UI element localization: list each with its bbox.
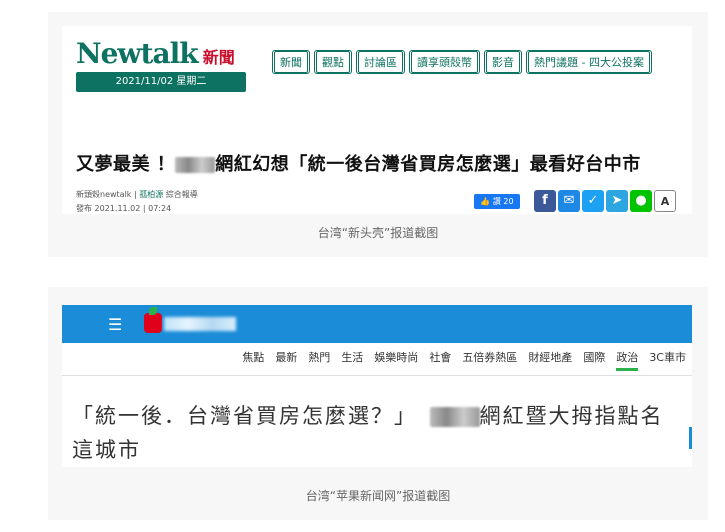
nav-item[interactable]: 社會 [429,349,451,371]
blurred-text [175,157,216,173]
nav-item-active[interactable]: 政治 [616,349,639,371]
caption: 台湾“苹果新闻网”报道截图 [305,489,451,503]
nav-item[interactable]: 最新 [275,349,297,371]
telegram-icon[interactable]: ➤ [606,190,628,212]
top-bar: ☰ [62,305,692,343]
nav-tag[interactable]: 熱門議題 - 四大公投案 [526,50,652,74]
blurred-text [429,407,480,427]
newtalk-card: Newtalk 新聞 2021/11/02 星期二 新聞 觀點 討論區 讀享頭殼… [48,12,708,257]
headline-part-1: 又夢最美 ！ [76,154,176,175]
nav-item[interactable]: 生活 [341,349,363,371]
newtalk-nav: 新聞 觀點 討論區 讀享頭殼幣 影音 熱門議題 - 四大公投案 [272,50,652,74]
headline-part-2: 網紅幻想「統一後台灣省買房怎麼選」最看好台中市 [215,154,641,175]
article-headline: 「統一後．台灣省買房怎麼選？」 網紅暨大拇指點名這城市 [72,399,678,467]
category-nav: 焦點 最新 熱門 生活 娛樂時尚 社會 五倍券熱區 財經地產 國際 政治 3C車… [242,349,686,371]
newtalk-screenshot: Newtalk 新聞 2021/11/02 星期二 新聞 觀點 討論區 讀享頭殼… [62,26,692,214]
author-link[interactable]: 孤柏源 [139,190,163,199]
nav-item[interactable]: 3C車市 [649,349,686,371]
logo-word: Newtalk [76,37,199,70]
caption: 台湾“新头壳”报道截图 [317,226,439,240]
nav-tag[interactable]: 新聞 [272,50,310,74]
headline-part-1: 「統一後．台灣省買房怎麼選？」 [72,404,430,428]
nav-item[interactable]: 財經地產 [528,349,572,371]
nav-tag[interactable]: 觀點 [314,50,352,74]
author-role: 綜合報導 [163,190,198,199]
nav-item[interactable]: 娛樂時尚 [374,349,418,371]
facebook-icon[interactable]: f [534,190,556,212]
messenger-icon[interactable]: ✉ [558,190,580,212]
line-icon[interactable]: ● [630,190,652,212]
share-icons: f ✉ ✓ ➤ ● A [534,190,676,212]
like-button[interactable]: 👍 讚 20 [474,194,520,209]
logo-chinese: 新聞 [202,48,235,67]
nav-tag[interactable]: 讀享頭殼幣 [409,50,480,74]
nav-item[interactable]: 國際 [583,349,605,371]
nav-item[interactable]: 熱門 [308,349,330,371]
newtalk-logo[interactable]: Newtalk 新聞 2021/11/02 星期二 [76,38,246,92]
nav-item[interactable]: 五倍券熱區 [462,349,517,371]
publish-time: 發布 2021.11.02 | 07:24 [76,204,172,213]
font-size-icon[interactable]: A [654,190,676,212]
nav-divider [62,375,692,376]
nav-tag[interactable]: 討論區 [356,50,405,74]
source-name: 新頭殼newtalk [76,190,132,199]
article-meta: 新頭殼newtalk | 孤柏源 綜合報導 發布 2021.11.02 | 07… [76,188,198,214]
apple-logo-icon[interactable] [144,307,162,333]
twitter-icon[interactable]: ✓ [582,190,604,212]
nav-tag[interactable]: 影音 [484,50,522,74]
date-bar: 2021/11/02 星期二 [76,72,246,92]
article-headline: 又夢最美 ！ 網紅幻想「統一後台灣省買房怎麼選」最看好台中市 [76,150,641,176]
nav-item[interactable]: 焦點 [242,349,264,371]
blurred-site-name [164,317,236,331]
apple-card: ☰ 焦點 最新 熱門 生活 娛樂時尚 社會 五倍券熱區 財經地產 國際 政治 3… [48,287,708,520]
hamburger-icon[interactable]: ☰ [108,315,122,334]
edge-mark [689,427,692,449]
apple-screenshot: ☰ 焦點 最新 熱門 生活 娛樂時尚 社會 五倍券熱區 財經地產 國際 政治 3… [62,305,692,467]
